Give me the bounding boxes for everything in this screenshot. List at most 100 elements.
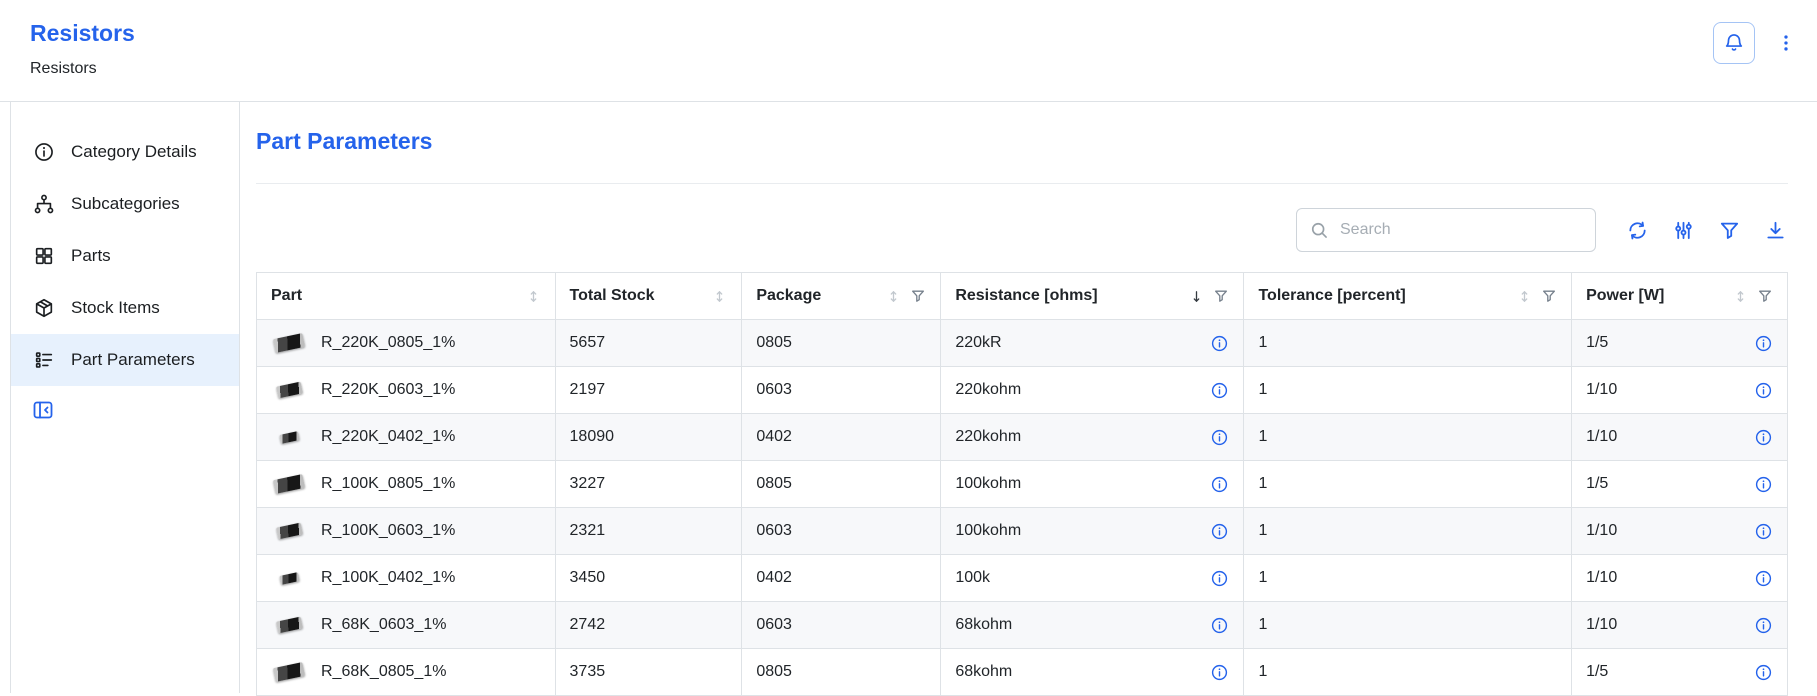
app: Resistors Resistors Category DetailsSubc… — [0, 0, 1817, 693]
sidebar-item-label: Parts — [71, 246, 111, 266]
part-name[interactable]: R_100K_0805_1% — [321, 475, 455, 493]
info-circle-icon[interactable] — [1210, 522, 1229, 541]
info-circle-icon[interactable] — [1210, 663, 1229, 682]
column-header-part[interactable]: Part — [257, 273, 556, 320]
collapse-sidebar-icon — [31, 398, 55, 422]
part-name[interactable]: R_100K_0603_1% — [321, 522, 455, 540]
filter-button[interactable] — [1716, 217, 1742, 243]
collapse-sidebar-button[interactable] — [31, 398, 55, 422]
overflow-menu-button[interactable] — [1771, 22, 1801, 64]
column-filter-icon[interactable] — [1757, 288, 1773, 304]
column-header-resistance-ohms[interactable]: Resistance [ohms] — [941, 273, 1244, 320]
sort-icon[interactable] — [886, 289, 901, 304]
column-filter-icon[interactable] — [1541, 288, 1557, 304]
sidebar-item-label: Stock Items — [71, 298, 160, 318]
package-cell: 0603 — [742, 602, 941, 649]
table-row[interactable]: R_220K_0402_1%180900402220kohm11/10 — [257, 414, 1788, 461]
info-circle-icon[interactable] — [1754, 475, 1773, 494]
info-circle-icon[interactable] — [1210, 569, 1229, 588]
column-header-tolerance-percent[interactable]: Tolerance [percent] — [1244, 273, 1572, 320]
part-thumbnail[interactable] — [271, 477, 307, 491]
notifications-button[interactable] — [1713, 22, 1755, 64]
part-name[interactable]: R_68K_0805_1% — [321, 663, 446, 681]
sidebar-item-label: Subcategories — [71, 194, 180, 214]
table-row[interactable]: R_100K_0805_1%32270805100kohm11/5 — [257, 461, 1788, 508]
part-thumbnail[interactable] — [271, 433, 307, 442]
tolerance-cell: 1 — [1244, 414, 1572, 461]
table-row[interactable]: R_100K_0402_1%34500402100k11/10 — [257, 555, 1788, 602]
info-circle-icon[interactable] — [1210, 381, 1229, 400]
table-row[interactable]: R_220K_0805_1%56570805220kR11/5 — [257, 320, 1788, 367]
info-circle-icon[interactable] — [1754, 663, 1773, 682]
cell-value: 1/10 — [1586, 616, 1617, 634]
part-name[interactable]: R_220K_0603_1% — [321, 381, 455, 399]
kebab-menu-icon — [1775, 32, 1797, 54]
stock-box-icon — [33, 297, 55, 319]
column-filter-icon[interactable] — [1213, 288, 1229, 304]
sort-icon[interactable] — [712, 289, 727, 304]
info-circle-icon[interactable] — [1754, 522, 1773, 541]
column-settings-button[interactable] — [1670, 217, 1696, 243]
table-row[interactable]: R_68K_0603_1%2742060368kohm11/10 — [257, 602, 1788, 649]
export-button[interactable] — [1762, 217, 1788, 243]
sort-icon[interactable] — [1733, 289, 1748, 304]
part-thumbnail[interactable] — [271, 525, 307, 537]
cell-value: 100k — [955, 569, 990, 587]
info-circle-icon[interactable] — [1210, 334, 1229, 353]
cell-value: 220kohm — [955, 381, 1021, 399]
part-thumbnail[interactable] — [271, 665, 307, 679]
grid-icon — [33, 245, 55, 267]
resistor-chip-image — [276, 523, 303, 540]
power-cell: 1/5 — [1572, 649, 1788, 696]
package-cell: 0402 — [742, 414, 941, 461]
table-row[interactable]: R_220K_0603_1%21970603220kohm11/10 — [257, 367, 1788, 414]
info-circle-icon[interactable] — [1754, 334, 1773, 353]
part-thumbnail[interactable] — [271, 384, 307, 396]
info-circle-icon[interactable] — [1754, 428, 1773, 447]
part-name[interactable]: R_100K_0402_1% — [321, 569, 455, 587]
part-thumbnail[interactable] — [271, 336, 307, 350]
sort-icon[interactable] — [1517, 289, 1532, 304]
sort-icon[interactable] — [526, 289, 541, 304]
refresh-button[interactable] — [1624, 217, 1650, 243]
cell-value: 68kohm — [955, 663, 1012, 681]
info-circle-icon[interactable] — [1754, 616, 1773, 635]
total-stock-cell: 18090 — [555, 414, 742, 461]
cell-value: 220kohm — [955, 428, 1021, 446]
table-row[interactable]: R_100K_0603_1%23210603100kohm11/10 — [257, 508, 1788, 555]
part-name[interactable]: R_220K_0805_1% — [321, 334, 455, 352]
info-circle-icon[interactable] — [1754, 569, 1773, 588]
info-circle-icon[interactable] — [1210, 428, 1229, 447]
resistance-cell: 100kohm — [941, 508, 1244, 555]
part-thumbnail[interactable] — [271, 619, 307, 631]
column-header-power-w[interactable]: Power [W] — [1572, 273, 1788, 320]
part-name[interactable]: R_220K_0402_1% — [321, 428, 455, 446]
column-header-package[interactable]: Package — [742, 273, 941, 320]
search-box[interactable] — [1296, 208, 1596, 252]
part-name[interactable]: R_68K_0603_1% — [321, 616, 446, 634]
sidebar-item-part-parameters[interactable]: Part Parameters — [11, 334, 239, 386]
power-cell: 1/5 — [1572, 461, 1788, 508]
info-circle-icon[interactable] — [1210, 616, 1229, 635]
sidebar-item-subcategories[interactable]: Subcategories — [11, 178, 239, 230]
resistor-chip-image — [273, 333, 305, 353]
section-title: Part Parameters — [256, 128, 1788, 155]
info-circle-icon[interactable] — [1210, 475, 1229, 494]
table-toolbar — [256, 208, 1788, 252]
power-cell: 1/10 — [1572, 555, 1788, 602]
sort-desc-icon[interactable] — [1189, 289, 1204, 304]
table-row[interactable]: R_68K_0805_1%3735080568kohm11/5 — [257, 649, 1788, 696]
hierarchy-icon — [33, 193, 55, 215]
sidebar-items: Category Details Subcategories Parts Stock … — [11, 126, 239, 386]
breadcrumb[interactable]: Resistors — [30, 60, 135, 78]
sidebar-item-parts[interactable]: Parts — [11, 230, 239, 282]
search-input[interactable] — [1338, 220, 1583, 240]
tolerance-cell: 1 — [1244, 555, 1572, 602]
sidebar-item-category-details[interactable]: Category Details — [11, 126, 239, 178]
part-thumbnail[interactable] — [271, 574, 307, 583]
column-filter-icon[interactable] — [910, 288, 926, 304]
info-circle-icon[interactable] — [1754, 381, 1773, 400]
cell-value: 68kohm — [955, 616, 1012, 634]
column-header-total-stock[interactable]: Total Stock — [555, 273, 742, 320]
sidebar-item-stock-items[interactable]: Stock Items — [11, 282, 239, 334]
